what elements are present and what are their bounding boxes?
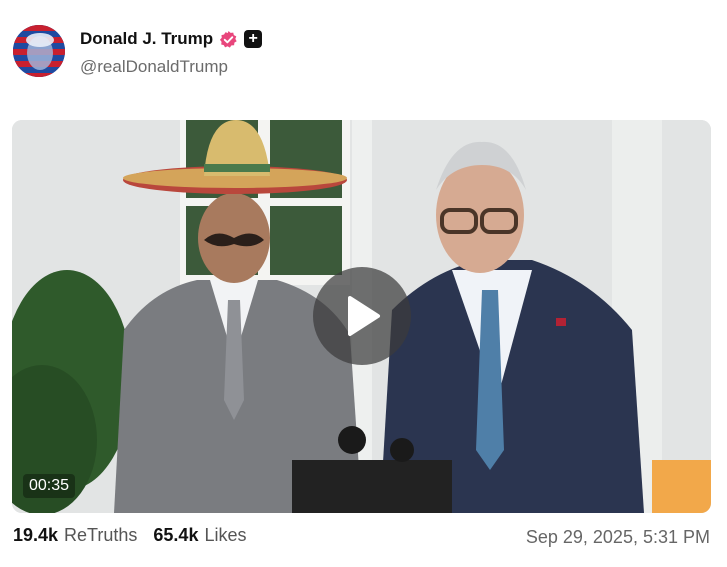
video-duration: 00:35 [23,474,76,498]
play-button[interactable] [313,267,411,365]
likes-label[interactable]: Likes [204,525,246,546]
avatar[interactable] [13,25,65,77]
author-name[interactable]: Donald J. Trump [80,29,213,49]
avatar-image [13,25,65,77]
likes-count[interactable]: 65.4k [153,525,198,546]
post-stats: 19.4k ReTruths 65.4k Likes [13,525,256,546]
plus-badge-icon: + [244,30,263,48]
author-handle[interactable]: @realDonaldTrump [80,57,228,77]
play-icon [348,296,380,336]
retruths-label[interactable]: ReTruths [64,525,137,546]
post-timestamp[interactable]: Sep 29, 2025, 5:31 PM [526,527,710,548]
video-player[interactable]: 00:35 [12,120,711,513]
retruths-count[interactable]: 19.4k [13,525,58,546]
author-row: Donald J. Trump + [80,29,263,49]
verified-check-icon [219,30,238,49]
